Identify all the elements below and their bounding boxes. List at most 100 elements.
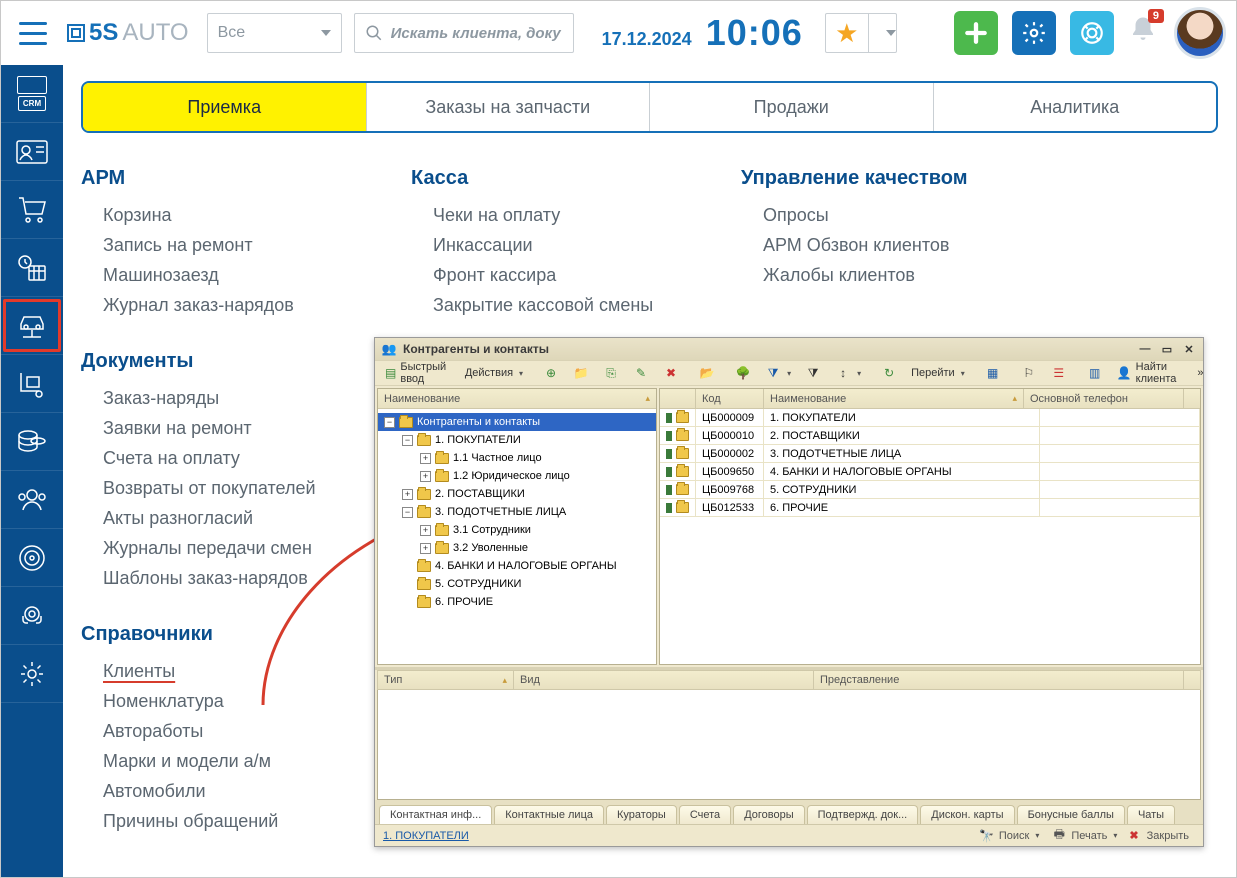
grid-row[interactable]: ЦБ0000023. ПОДОТЧЕТНЫЕ ЛИЦА: [660, 445, 1200, 463]
menu-item[interactable]: Счета на оплату: [81, 443, 371, 473]
sidebar-crm[interactable]: CRM: [1, 65, 63, 123]
menu-item[interactable]: Запись на ремонт: [81, 230, 371, 260]
tree-row[interactable]: +2. ПОСТАВЩИКИ: [378, 485, 656, 503]
menu-item[interactable]: Фронт кассира: [411, 260, 701, 290]
scope-selector[interactable]: Все: [207, 13, 342, 53]
props-button[interactable]: ▥: [1083, 363, 1107, 383]
grid-row[interactable]: ЦБ0097685. СОТРУДНИКИ: [660, 481, 1200, 499]
tree-row[interactable]: +3.2 Уволенные: [378, 539, 656, 557]
add-item-button[interactable]: ⊕: [539, 363, 563, 383]
actions-button[interactable]: Действия: [461, 365, 527, 381]
tree-row[interactable]: 6. ПРОЧИЕ: [378, 593, 656, 611]
expander-icon[interactable]: −: [384, 417, 395, 428]
minimize-button[interactable]: —: [1137, 342, 1153, 356]
details-tab[interactable]: Контактная инф...: [379, 805, 492, 824]
add-button[interactable]: [954, 11, 998, 55]
details-body[interactable]: [377, 690, 1201, 800]
sidebar-support[interactable]: [1, 587, 63, 645]
sidebar-settings[interactable]: [1, 645, 63, 703]
status-print-button[interactable]: 🖶Печать: [1045, 826, 1123, 846]
search-input[interactable]: [391, 25, 563, 42]
status-breadcrumb[interactable]: 1. ПОКУПАТЕЛИ: [383, 830, 469, 842]
hamburger-menu[interactable]: [11, 11, 55, 55]
details-tab[interactable]: Счета: [679, 805, 731, 824]
filter-button[interactable]: ⧩: [761, 363, 795, 383]
details-col-kind[interactable]: Вид: [514, 671, 814, 689]
expander-icon[interactable]: +: [420, 525, 431, 536]
menu-item-clients[interactable]: Клиенты: [81, 656, 371, 686]
tree-row[interactable]: 4. БАНКИ И НАЛОГОВЫЕ ОРГАНЫ: [378, 557, 656, 575]
sidebar-service[interactable]: [1, 297, 63, 355]
tree-row[interactable]: +1.1 Частное лицо: [378, 449, 656, 467]
tab-parts-orders[interactable]: Заказы на запчасти: [367, 83, 651, 131]
menu-item[interactable]: Машинозаезд: [81, 260, 371, 290]
quick-input-button[interactable]: ▤Быстрый ввод: [381, 359, 455, 387]
tree-header[interactable]: Наименование▴: [378, 389, 656, 409]
expander-icon[interactable]: +: [420, 543, 431, 554]
details-col-type[interactable]: Тип▴: [378, 671, 514, 689]
details-tab[interactable]: Договоры: [733, 805, 804, 824]
grid-body[interactable]: ЦБ0000091. ПОКУПАТЕЛИЦБ0000102. ПОСТАВЩИ…: [660, 409, 1200, 664]
menu-item[interactable]: Чеки на оплату: [411, 200, 701, 230]
move-button[interactable]: 📂: [695, 363, 719, 383]
menu-item[interactable]: Жалобы клиентов: [741, 260, 1031, 290]
tree-row[interactable]: −1. ПОКУПАТЕЛИ: [378, 431, 656, 449]
tree-row[interactable]: +1.2 Юридическое лицо: [378, 467, 656, 485]
search-box[interactable]: [354, 13, 574, 53]
menu-item[interactable]: Причины обращений: [81, 806, 371, 836]
list-button[interactable]: ☰: [1047, 363, 1071, 383]
details-col-rep[interactable]: Представление: [814, 671, 1184, 689]
edit-button[interactable]: ✎: [629, 363, 653, 383]
grid-row[interactable]: ЦБ0000102. ПОСТАВЩИКИ: [660, 427, 1200, 445]
sidebar-staff[interactable]: [1, 471, 63, 529]
status-search-button[interactable]: 🔭Поиск: [973, 826, 1046, 846]
grid-col-name[interactable]: Наименование▴: [764, 389, 1024, 408]
tab-reception[interactable]: Приемка: [83, 83, 367, 131]
filter-off-button[interactable]: ⧩: [801, 363, 825, 383]
menu-item[interactable]: Автоработы: [81, 716, 371, 746]
columns-button[interactable]: ▦: [981, 363, 1005, 383]
refresh-button[interactable]: ↻: [877, 363, 901, 383]
sidebar-schedule[interactable]: [1, 239, 63, 297]
details-tab[interactable]: Дискон. карты: [920, 805, 1014, 824]
sidebar-marketing[interactable]: [1, 529, 63, 587]
tree-row[interactable]: +3.1 Сотрудники: [378, 521, 656, 539]
expander-icon[interactable]: −: [402, 507, 413, 518]
menu-item[interactable]: Шаблоны заказ-нарядов: [81, 563, 371, 593]
details-tab[interactable]: Чаты: [1127, 805, 1175, 824]
details-tab[interactable]: Подтвержд. док...: [807, 805, 919, 824]
find-client-button[interactable]: 👤Найти клиента: [1113, 359, 1182, 387]
close-button[interactable]: ✕: [1181, 342, 1197, 356]
status-close-button[interactable]: ✖Закрыть: [1123, 827, 1195, 844]
favorites-button[interactable]: ★: [825, 13, 897, 53]
delete-button[interactable]: ✖: [659, 363, 683, 383]
menu-item[interactable]: Заявки на ремонт: [81, 413, 371, 443]
default-button[interactable]: ⚐: [1017, 363, 1041, 383]
details-tab[interactable]: Контактные лица: [494, 805, 604, 824]
menu-item[interactable]: Автомобили: [81, 776, 371, 806]
tree-row[interactable]: 5. СОТРУДНИКИ: [378, 575, 656, 593]
grid-row[interactable]: ЦБ0000091. ПОКУПАТЕЛИ: [660, 409, 1200, 427]
user-avatar[interactable]: [1174, 7, 1226, 59]
menu-item[interactable]: Закрытие кассовой смены: [411, 290, 701, 320]
menu-item[interactable]: Корзина: [81, 200, 371, 230]
window-titlebar[interactable]: 👥 Контрагенты и контакты — ▭ ✕: [375, 338, 1203, 360]
expander-icon[interactable]: +: [402, 489, 413, 500]
copy-button[interactable]: ⎘: [599, 363, 623, 383]
details-tab[interactable]: Бонусные баллы: [1017, 805, 1125, 824]
sort-button[interactable]: ↕: [831, 363, 865, 383]
expander-icon[interactable]: −: [402, 435, 413, 446]
tree-body[interactable]: −Контрагенты и контакты−1. ПОКУПАТЕЛИ+1.…: [378, 409, 656, 664]
menu-item[interactable]: АРМ Обзвон клиентов: [741, 230, 1031, 260]
menu-item[interactable]: Журналы передачи смен: [81, 533, 371, 563]
menu-item[interactable]: Заказ-наряды: [81, 383, 371, 413]
menu-item[interactable]: Журнал заказ-нарядов: [81, 290, 371, 320]
sidebar-cart[interactable]: [1, 181, 63, 239]
goto-button[interactable]: Перейти: [907, 365, 969, 381]
favorites-dropdown[interactable]: [868, 14, 896, 52]
menu-item[interactable]: Номенклатура: [81, 686, 371, 716]
menu-item[interactable]: Опросы: [741, 200, 1031, 230]
grid-col-phone[interactable]: Основной телефон: [1024, 389, 1184, 408]
sidebar-finance[interactable]: [1, 413, 63, 471]
grid-row[interactable]: ЦБ0096504. БАНКИ И НАЛОГОВЫЕ ОРГАНЫ: [660, 463, 1200, 481]
